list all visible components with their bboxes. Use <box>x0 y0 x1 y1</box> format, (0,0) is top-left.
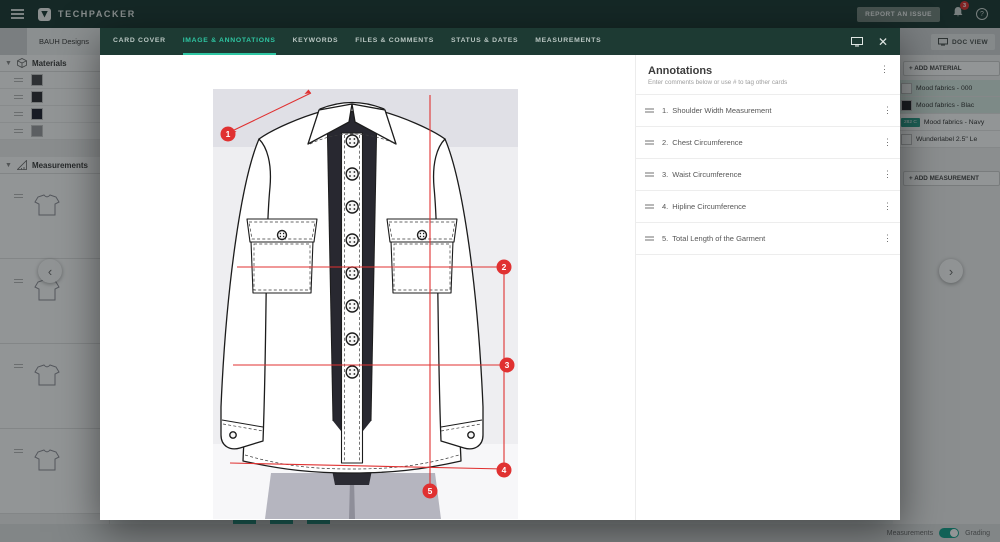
annotation-marker-5[interactable]: 5 <box>422 483 438 499</box>
annotation-marker-1[interactable]: 1 <box>220 126 236 142</box>
app-window: TECHPACKER REPORT AN ISSUE 3 ? BAUH Desi… <box>0 0 1000 542</box>
annotation-label: Hipline Circumference <box>672 202 747 211</box>
svg-text:5: 5 <box>428 486 433 496</box>
annotation-item[interactable]: 4. Hipline Circumference ⋮ <box>636 191 900 223</box>
drag-handle-icon[interactable] <box>645 235 654 243</box>
tab-keywords[interactable]: KEYWORDS <box>293 28 339 55</box>
drag-handle-icon[interactable] <box>645 107 654 115</box>
garment-sketch: 1 2 3 4 5 <box>213 89 518 519</box>
kebab-menu-icon[interactable]: ⋮ <box>880 106 895 115</box>
tab-files-comments[interactable]: FILES & COMMENTS <box>355 28 434 55</box>
drag-handle-icon[interactable] <box>645 203 654 211</box>
annotation-number: 2. <box>662 138 669 147</box>
svg-text:4: 4 <box>502 465 507 475</box>
kebab-menu-icon[interactable]: ⋮ <box>880 202 895 211</box>
modal-body: 1 2 3 4 5 Annotations ⋮ Enter comments b… <box>100 55 900 520</box>
annotation-marker-2[interactable]: 2 <box>496 259 512 275</box>
annotations-list: 1. Shoulder Width Measurement ⋮ 2. Chest C… <box>636 94 900 255</box>
kebab-menu-icon[interactable]: ⋮ <box>880 138 895 147</box>
drag-handle-icon[interactable] <box>645 171 654 179</box>
tab-measurements[interactable]: MEASUREMENTS <box>535 28 601 55</box>
annotation-marker-3[interactable]: 3 <box>499 357 515 373</box>
annotation-item[interactable]: 3. Waist Circumference ⋮ <box>636 159 900 191</box>
tab-status-dates[interactable]: STATUS & DATES <box>451 28 518 55</box>
annotation-item[interactable]: 5. Total Length of the Garment ⋮ <box>636 223 900 255</box>
annotation-number: 1. <box>662 106 669 115</box>
annotation-marker-4[interactable]: 4 <box>496 462 512 478</box>
annotations-subtitle: Enter comments below or use # to tag oth… <box>648 79 788 86</box>
present-view-icon[interactable] <box>850 36 863 47</box>
svg-text:3: 3 <box>505 360 510 370</box>
annotation-label: Chest Circumference <box>672 138 743 147</box>
annotation-number: 4. <box>662 202 669 211</box>
annotation-item[interactable]: 2. Chest Circumference ⋮ <box>636 127 900 159</box>
drag-handle-icon[interactable] <box>645 139 654 147</box>
card-detail-modal: CARD COVER IMAGE & ANNOTATIONS KEYWORDS … <box>100 28 900 520</box>
kebab-menu-icon[interactable]: ⋮ <box>880 170 895 179</box>
kebab-menu-icon[interactable]: ⋮ <box>877 65 892 74</box>
close-icon[interactable]: ✕ <box>878 36 888 48</box>
tab-image-annotations[interactable]: IMAGE & ANNOTATIONS <box>182 28 276 55</box>
kebab-menu-icon[interactable]: ⋮ <box>880 234 895 243</box>
annotations-panel: Annotations ⋮ Enter comments below or us… <box>635 55 900 520</box>
tab-card-cover[interactable]: CARD COVER <box>113 28 166 55</box>
svg-text:2: 2 <box>502 262 507 272</box>
annotation-label: Shoulder Width Measurement <box>672 106 772 115</box>
annotation-number: 3. <box>662 170 669 179</box>
modal-tab-bar: CARD COVER IMAGE & ANNOTATIONS KEYWORDS … <box>100 28 900 55</box>
annotation-item[interactable]: 1. Shoulder Width Measurement ⋮ <box>636 95 900 127</box>
svg-text:1: 1 <box>226 129 231 139</box>
annotation-label: Waist Circumference <box>672 170 742 179</box>
annotation-label: Total Length of the Garment <box>672 234 766 243</box>
annotation-number: 5. <box>662 234 669 243</box>
annotations-title: Annotations <box>648 65 713 77</box>
